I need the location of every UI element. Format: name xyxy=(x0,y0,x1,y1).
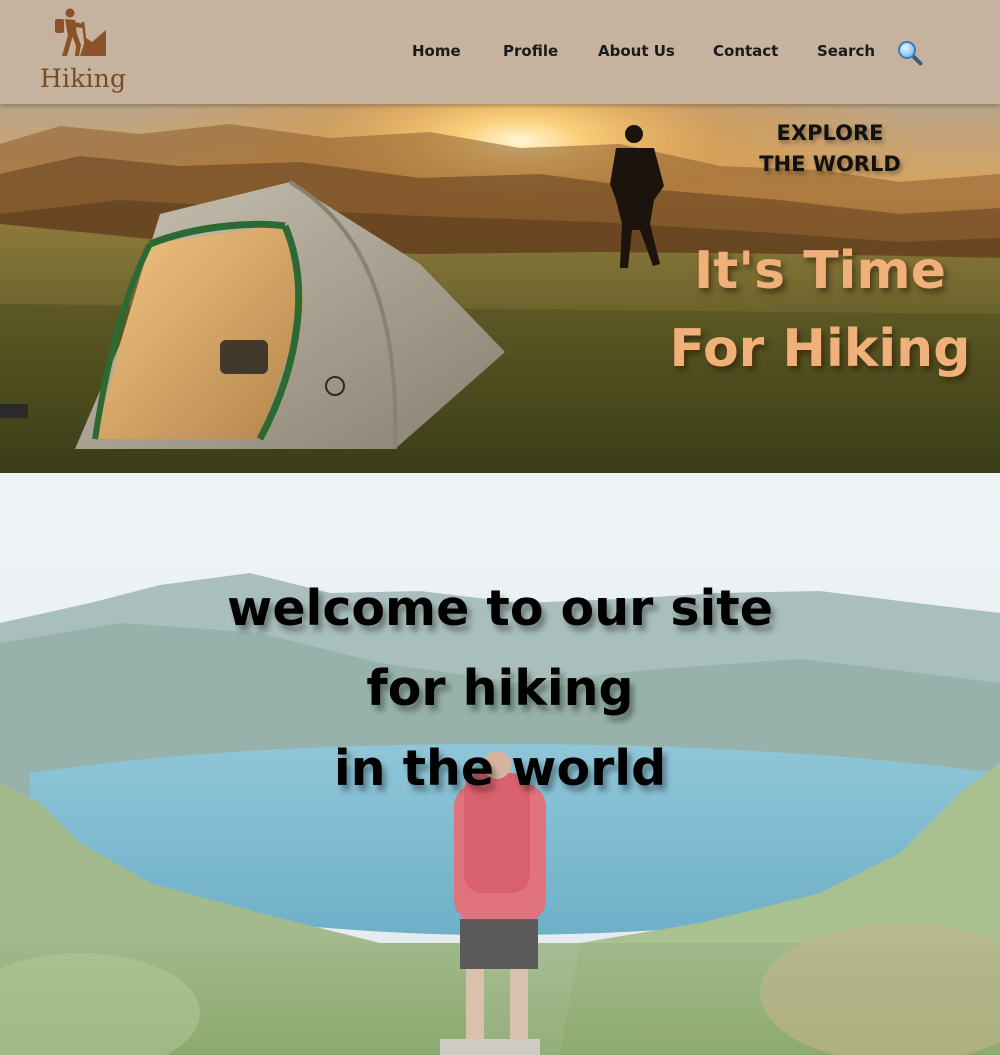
hero-tagline-line2: THE WORLD xyxy=(759,152,901,176)
main-nav: Home Profile About Us Contact Search xyxy=(0,42,1000,66)
hero-title-line1: It's Time xyxy=(694,241,946,301)
brand-name: Hiking xyxy=(40,64,127,93)
hero-banner: EXPLORE THE WORLD It's Time For Hiking xyxy=(0,104,1000,473)
welcome-line3: in the world xyxy=(333,740,667,797)
welcome-line1: welcome to our site xyxy=(227,580,773,637)
site-header: Hiking Home Profile About Us Contact Sea… xyxy=(0,0,1000,104)
hero-title-line2: For Hiking xyxy=(669,319,971,379)
hero-tagline-line1: EXPLORE xyxy=(776,121,884,145)
nav-profile-link[interactable]: Profile xyxy=(503,42,558,60)
nav-about-link[interactable]: About Us xyxy=(598,42,675,60)
hero-tagline: EXPLORE THE WORLD xyxy=(735,118,925,180)
welcome-section: welcome to our site for hiking in the wo… xyxy=(0,473,1000,1055)
nav-search-link[interactable]: Search xyxy=(817,42,875,60)
hero-title: It's Time For Hiking xyxy=(640,232,1000,388)
welcome-line2: for hiking xyxy=(366,660,634,717)
magnifier-icon[interactable] xyxy=(897,40,923,66)
nav-contact-link[interactable]: Contact xyxy=(713,42,778,60)
welcome-heading: welcome to our site for hiking in the wo… xyxy=(0,569,1000,809)
nav-home-link[interactable]: Home xyxy=(412,42,461,60)
